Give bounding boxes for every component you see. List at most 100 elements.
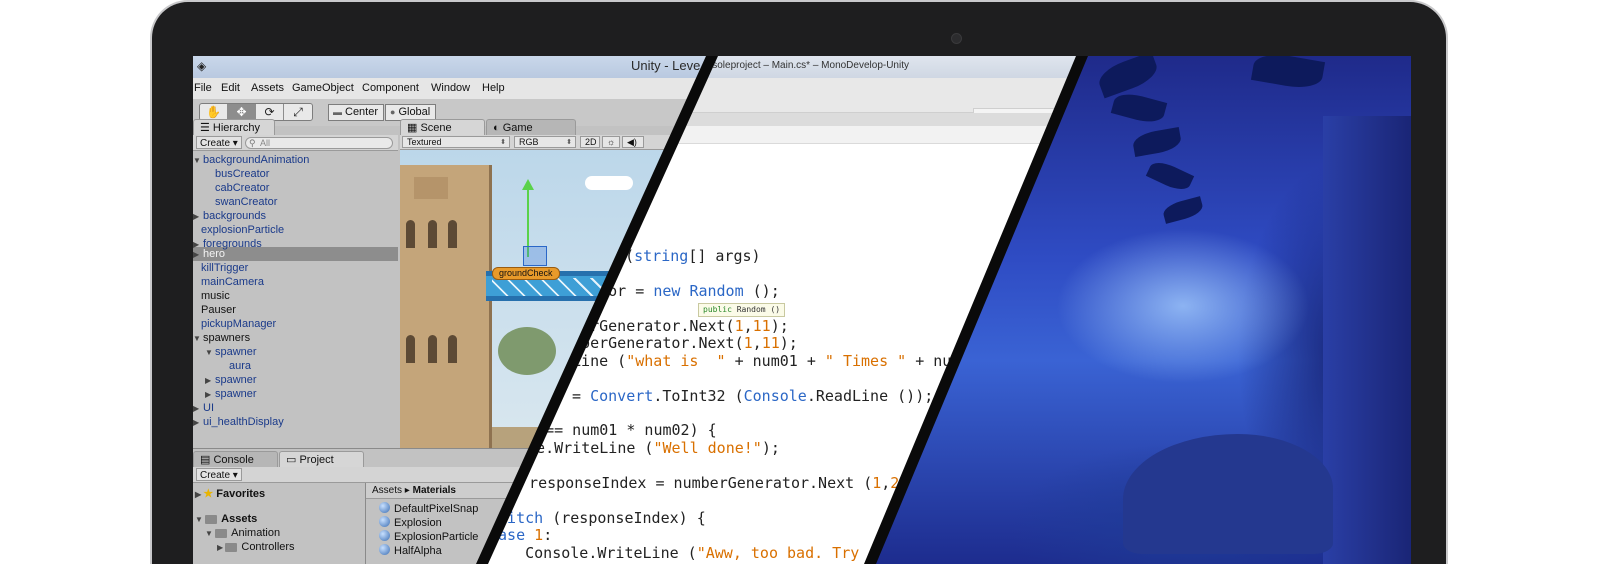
hand-tool-icon[interactable]: ✋ — [200, 104, 228, 120]
hierarchy-item-aura[interactable]: aura — [229, 359, 251, 373]
code-token: (responseIndex) { — [543, 509, 706, 527]
scale-tool-icon[interactable]: ⤢ — [284, 104, 312, 120]
menu-edit[interactable]: Edit — [221, 82, 240, 94]
hierarchy-item-pickupmanager[interactable]: pickupManager — [201, 317, 276, 331]
hierarchy-item-spawner[interactable]: ▼ spawner — [205, 345, 257, 359]
expand-arrow-icon[interactable]: ▶ — [193, 248, 201, 262]
project-create-button[interactable]: Create ▾ — [196, 468, 242, 481]
expand-arrow-icon[interactable]: ▶ — [193, 402, 201, 416]
tower-window-top — [414, 177, 448, 199]
code-line[interactable]: case 1: — [489, 527, 552, 544]
code-token: : — [543, 526, 553, 544]
code-line[interactable]: ole.WriteLine ("Well done!"); — [518, 440, 780, 457]
expand-arrow-icon[interactable]: ▼ — [205, 346, 213, 360]
hierarchy-item-spawner[interactable]: ▶ spawner — [205, 387, 257, 401]
material-item[interactable]: Explosion — [379, 516, 442, 530]
breadcrumb-leaf[interactable]: Materials — [413, 485, 456, 496]
scene-audio-icon[interactable]: ◀) — [622, 136, 644, 148]
hierarchy-item-label: mainCamera — [201, 276, 264, 288]
code-token: 1 — [743, 334, 753, 352]
tab-console[interactable]: ▤ Console — [193, 451, 278, 467]
game-leaf — [1131, 126, 1183, 158]
tab-project[interactable]: ▭ Project — [279, 451, 364, 467]
code-line[interactable]: switch (responseIndex) { — [489, 510, 706, 527]
material-item[interactable]: DefaultPixelSnap — [379, 502, 478, 516]
groundcheck-label[interactable]: groundCheck — [492, 267, 560, 280]
animation-folder[interactable]: ▼ Animation — [205, 527, 280, 539]
tab-project-label: Project — [299, 454, 334, 466]
hierarchy-item-music[interactable]: music — [201, 289, 230, 303]
code-line[interactable]: in (string[] args) — [598, 248, 761, 265]
code-token: "Well done!" — [653, 439, 762, 457]
unity-logo-icon: ◈ — [197, 59, 207, 73]
code-token: "what is " — [626, 352, 726, 370]
tab-game[interactable]: ◐ Game — [486, 119, 576, 135]
hierarchy-item-label: backgroundAnimation — [203, 154, 310, 166]
hierarchy-item-cabcreator[interactable]: cabCreator — [215, 181, 269, 195]
assets-folder[interactable]: ▼ Assets — [195, 513, 257, 525]
hierarchy-item-maincamera[interactable]: mainCamera — [201, 275, 264, 289]
hierarchy-item-explosionparticle[interactable]: explosionParticle — [201, 223, 284, 237]
game-leaf — [1250, 56, 1326, 92]
code-token: , — [752, 334, 762, 352]
draw-mode-select[interactable]: Textured ⬍ — [402, 136, 510, 148]
game-leaf — [1145, 157, 1195, 195]
move-tool-icon[interactable]: ✥ — [228, 104, 256, 120]
material-item[interactable]: HalfAlpha — [379, 544, 442, 558]
hierarchy-create-button[interactable]: Create ▾ — [196, 136, 242, 149]
hierarchy-search-input[interactable]: ⚲ All — [245, 137, 393, 149]
render-mode-select[interactable]: RGB ⬍ — [514, 136, 576, 148]
draw-mode-value: Textured — [407, 137, 442, 147]
hero-sprite[interactable] — [523, 246, 547, 266]
hierarchy-item-ui-healthdisplay[interactable]: ▶ ui_healthDisplay — [193, 415, 284, 429]
expand-arrow-icon[interactable]: ▼ — [193, 154, 201, 168]
dropdown-arrow-icon: ⬍ — [566, 139, 572, 146]
controllers-folder[interactable]: ▶ Controllers — [217, 541, 295, 553]
tab-scene-label: Scene — [420, 122, 452, 134]
tab-hierarchy[interactable]: ☰ Hierarchy — [193, 119, 275, 135]
code-token: 11 — [752, 317, 771, 335]
hierarchy-item-backgrounds[interactable]: ▶ backgrounds — [193, 209, 266, 223]
menu-file[interactable]: File — [194, 82, 212, 94]
hierarchy-item-spawner[interactable]: ▶ spawner — [205, 373, 257, 387]
code-line[interactable]: = Convert.ToInt32 (Console.ReadLine ()); — [563, 388, 933, 405]
hierarchy-item-spawners[interactable]: ▼ spawners — [193, 331, 250, 345]
hierarchy-item-killtrigger[interactable]: killTrigger — [201, 261, 248, 275]
menu-window[interactable]: Window — [431, 82, 470, 94]
toggle-2d-button[interactable]: 2D — [580, 136, 600, 148]
hierarchy-item-swancreator[interactable]: swanCreator — [215, 195, 277, 209]
hierarchy-item-hero[interactable]: ▶ hero — [193, 247, 225, 261]
menu-assets[interactable]: Assets — [251, 82, 284, 94]
code-line[interactable]: t responseIndex = numberGenerator.Next (… — [511, 475, 917, 492]
hierarchy-item-backgroundanimation[interactable]: ▼ backgroundAnimation — [193, 153, 309, 167]
code-line[interactable]: umberGenerator.Next(1,11); — [563, 335, 798, 352]
material-label: HalfAlpha — [394, 545, 442, 557]
menu-component[interactable]: Component — [362, 82, 419, 94]
tab-scene[interactable]: ▦ Scene — [400, 119, 485, 135]
expand-arrow-icon[interactable]: ▶ — [205, 388, 213, 402]
code-line[interactable]: mberGenerator.Next(1,11); — [563, 318, 789, 335]
pivot-center-button[interactable]: ▬ Center — [328, 104, 385, 121]
expand-arrow-icon[interactable]: ▼ — [193, 332, 201, 346]
code-line[interactable]: eLine ("what is " + num01 + " Times " + … — [563, 353, 960, 370]
hierarchy-item-buscreator[interactable]: busCreator — [215, 167, 269, 181]
favorites-folder[interactable]: ▶ ★ Favorites — [195, 487, 265, 500]
hierarchy-item-label: Pauser — [201, 304, 236, 316]
material-item[interactable]: ExplosionParticle — [379, 530, 478, 544]
code-line[interactable]: Console.WriteLine ("Aww, too bad. Try A — [489, 545, 877, 562]
expand-arrow-icon[interactable]: ▶ — [193, 210, 201, 224]
rotate-tool-icon[interactable]: ⟳ — [256, 104, 284, 120]
expand-arrow-icon[interactable]: ▶ — [205, 374, 213, 388]
breadcrumb-root[interactable]: Assets — [372, 485, 402, 496]
scene-lighting-icon[interactable]: ☼ — [602, 136, 620, 148]
menu-gameobject[interactable]: GameObject — [292, 82, 354, 94]
menu-help[interactable]: Help — [482, 82, 505, 94]
expand-arrow-icon: ▼ — [205, 529, 216, 538]
folder-icon — [215, 528, 228, 538]
code-line[interactable]: er == num01 * num02) { — [518, 422, 717, 439]
gizmo-arrow-icon[interactable] — [522, 179, 534, 190]
hierarchy-item-pauser[interactable]: Pauser — [201, 303, 236, 317]
hierarchy-item-ui[interactable]: ▶ UI — [193, 401, 214, 415]
code-token: Console — [743, 387, 807, 405]
expand-arrow-icon[interactable]: ▶ — [193, 416, 201, 430]
